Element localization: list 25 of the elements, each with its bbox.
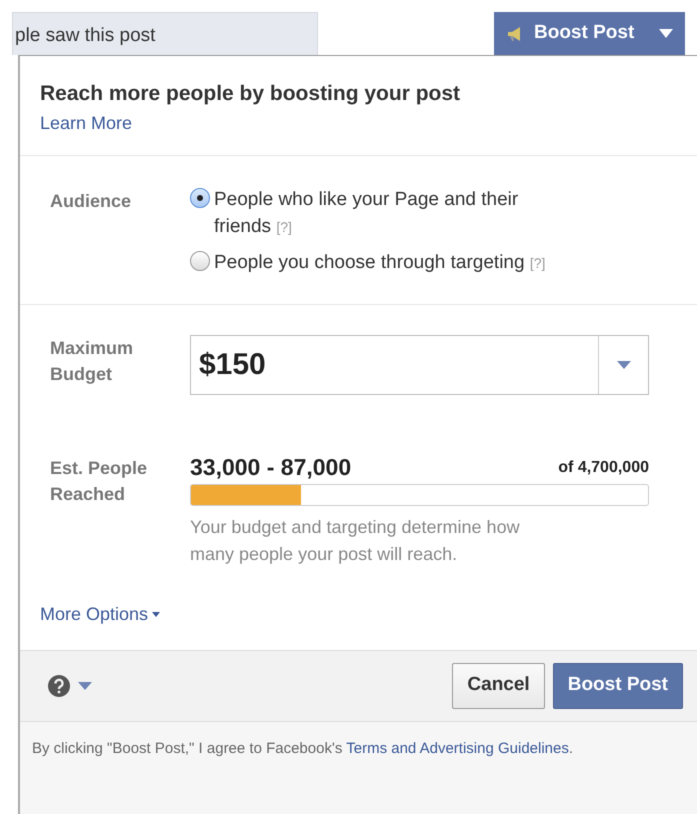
learn-more-link[interactable]: Learn More bbox=[40, 112, 132, 132]
reach-range: 33,000 - 87,000 bbox=[190, 455, 352, 480]
terms-link[interactable]: Terms and Advertising Guidelines bbox=[346, 740, 569, 757]
boost-post-menu-button[interactable]: Boost Post bbox=[494, 12, 685, 55]
cancel-button[interactable]: Cancel bbox=[452, 662, 545, 709]
audience-label: Audience bbox=[49, 190, 132, 212]
caret-icon bbox=[659, 29, 673, 38]
disclaimer-text: By clicking "Boost Post," I agree to Facebook's Terms and Advertising Guidelines. bbox=[32, 738, 574, 759]
caret-icon bbox=[152, 612, 160, 617]
radio-button[interactable] bbox=[190, 188, 210, 208]
audience-option[interactable]: People who like your Page and their friends [?] bbox=[214, 186, 574, 241]
popup-title: Reach more people by boosting your post bbox=[40, 81, 462, 107]
boost-post-button[interactable]: Boost Post bbox=[552, 662, 683, 709]
budget-label: Maximum Budget bbox=[49, 337, 134, 386]
help-icon[interactable] bbox=[48, 674, 70, 697]
reach-summary-bar: ple saw this post bbox=[12, 12, 318, 55]
caret-icon bbox=[616, 361, 630, 370]
reach-total: of 4,700,000 bbox=[558, 458, 649, 478]
caret-icon[interactable] bbox=[78, 682, 92, 690]
reach-label: Est. People Reached bbox=[49, 457, 148, 506]
budget-dropdown[interactable]: $150 bbox=[190, 335, 649, 396]
audience-option[interactable]: People you choose through targeting [?] bbox=[214, 248, 546, 276]
reach-note: Your budget and targeting determine how many people your post will reach. bbox=[190, 516, 521, 566]
radio-button[interactable] bbox=[190, 250, 210, 271]
more-options-link[interactable]: More Options bbox=[40, 600, 160, 628]
